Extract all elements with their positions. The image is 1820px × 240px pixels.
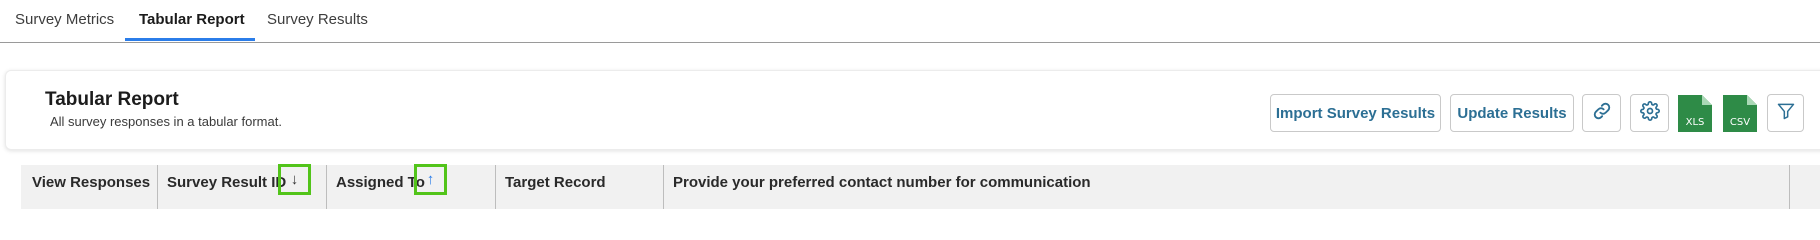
update-results-button[interactable]: Update Results: [1450, 94, 1574, 132]
import-survey-results-button[interactable]: Import Survey Results: [1270, 94, 1441, 132]
xls-label: XLS: [1685, 117, 1705, 128]
tab-bar: Survey Metrics Tabular Report Survey Res…: [0, 0, 1820, 43]
export-csv-button[interactable]: CSV: [1723, 95, 1757, 132]
gear-icon: [1639, 100, 1660, 126]
sort-ascending-button[interactable]: ↑: [414, 164, 447, 195]
column-header-target-record[interactable]: Target Record: [505, 174, 606, 191]
arrow-down-icon: ↓: [290, 171, 299, 188]
export-xls-button[interactable]: XLS: [1678, 95, 1712, 132]
column-header-view-responses[interactable]: View Responses: [32, 174, 150, 191]
active-tab-indicator: [125, 38, 255, 41]
column-separator: [326, 165, 327, 209]
tab-survey-results[interactable]: Survey Results: [267, 11, 368, 28]
filter-button[interactable]: [1767, 94, 1804, 132]
arrow-up-icon: ↑: [426, 171, 435, 188]
page-subtitle: All survey responses in a tabular format…: [50, 114, 282, 129]
copy-link-button[interactable]: [1582, 94, 1621, 132]
page-title: Tabular Report: [45, 89, 179, 110]
column-header-preferred-contact-number[interactable]: Provide your preferred contact number fo…: [673, 174, 1091, 191]
filter-icon: [1776, 101, 1796, 126]
column-separator: [157, 165, 158, 209]
settings-button[interactable]: [1630, 94, 1669, 132]
column-separator: [1789, 165, 1790, 209]
tab-survey-metrics[interactable]: Survey Metrics: [15, 11, 114, 28]
link-icon: [1592, 101, 1612, 126]
tab-tabular-report[interactable]: Tabular Report: [139, 11, 245, 28]
column-separator: [495, 165, 496, 209]
column-header-survey-result-id[interactable]: Survey Result ID: [167, 174, 286, 191]
column-separator: [663, 165, 664, 209]
csv-label: CSV: [1729, 117, 1751, 128]
column-header-assigned-to[interactable]: Assigned To: [336, 174, 425, 191]
sort-descending-button[interactable]: ↓: [278, 164, 311, 195]
